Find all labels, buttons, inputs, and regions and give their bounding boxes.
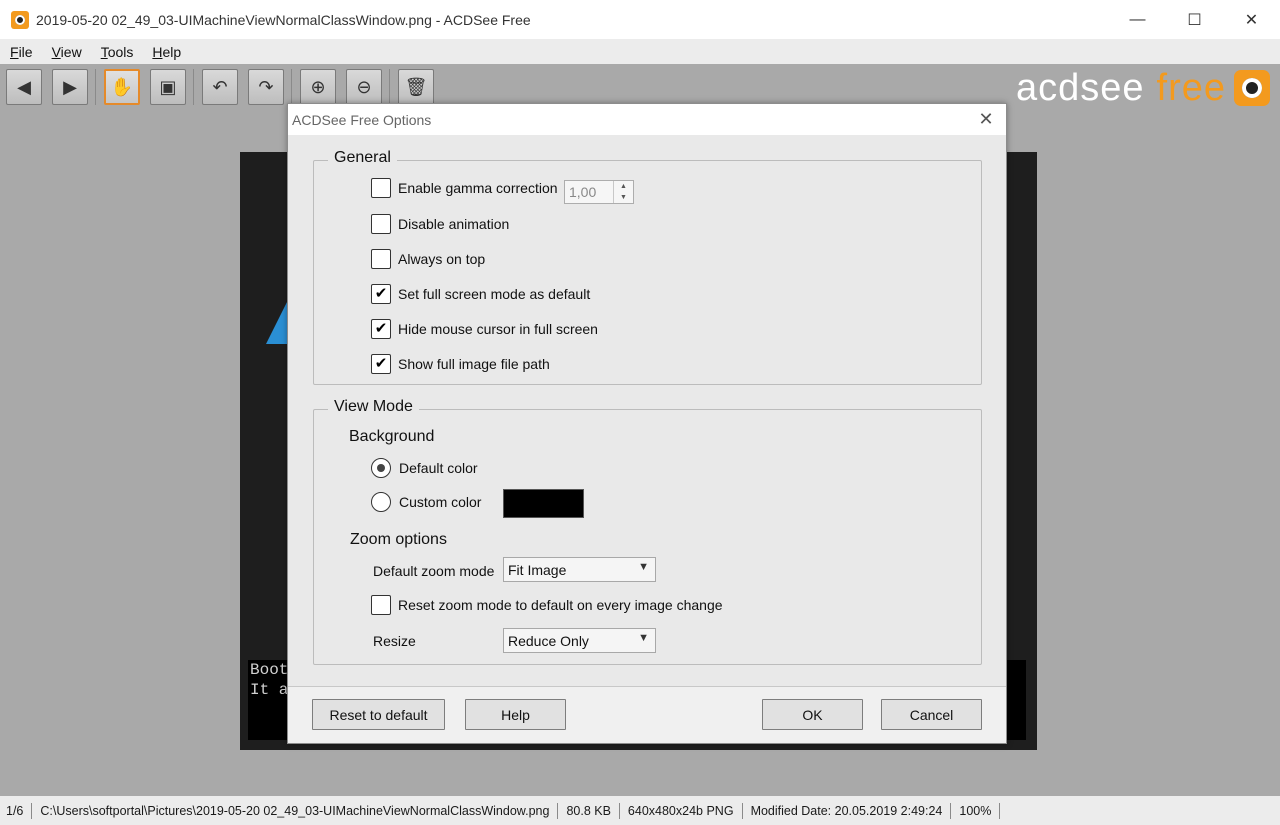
- reset-zoom-checkbox[interactable]: [371, 595, 391, 615]
- option-custom-color[interactable]: Custom color: [371, 492, 481, 512]
- zoom-out-button[interactable]: ⊖: [346, 69, 382, 105]
- toolbar-separator: [389, 69, 390, 105]
- toolbar-separator: [193, 69, 194, 105]
- delete-button[interactable]: 🗑: [398, 69, 434, 105]
- menu-bar: File View Tools Help: [0, 39, 1280, 64]
- general-group: General Enable gamma correction 1,00 ▲ ▼…: [313, 149, 982, 385]
- status-zoom: 100%: [951, 802, 1001, 819]
- dialog-close-button[interactable]: ✕: [976, 109, 996, 129]
- option-hide-cursor[interactable]: ✔ Hide mouse cursor in full screen: [371, 319, 598, 339]
- dialog-footer: Reset to default Help OK Cancel: [288, 687, 1006, 743]
- window-controls: — ☐ ✕: [1109, 0, 1280, 39]
- view-mode-group: View Mode Background Default color Custo…: [313, 398, 982, 665]
- toolbar-separator: [291, 69, 292, 105]
- option-full-screen-default[interactable]: ✔ Set full screen mode as default: [371, 284, 590, 304]
- cancel-button[interactable]: Cancel: [881, 699, 982, 730]
- background-heading: Background: [349, 428, 435, 445]
- option-disable-animation[interactable]: Disable animation: [371, 214, 509, 234]
- checkmark-icon: ✔: [374, 355, 388, 372]
- general-legend: General: [328, 149, 397, 167]
- window-title: 2019-05-20 02_49_03-UIMachineViewNormalC…: [36, 11, 531, 28]
- menu-view[interactable]: View: [52, 44, 82, 60]
- custom-color-radio[interactable]: [371, 492, 391, 512]
- status-file-size: 80.8 KB: [558, 802, 620, 819]
- option-reset-zoom[interactable]: Reset zoom mode to default on every imag…: [371, 595, 723, 615]
- menu-help[interactable]: Help: [152, 44, 181, 60]
- option-always-on-top[interactable]: Always on top: [371, 249, 485, 269]
- status-dimensions: 640x480x24b PNG: [620, 802, 743, 819]
- hide-cursor-checkbox[interactable]: ✔: [371, 319, 391, 339]
- chevron-down-icon: ▼: [638, 561, 649, 573]
- arrow-right-icon: ▶: [63, 76, 77, 97]
- option-default-color[interactable]: Default color: [371, 458, 478, 478]
- pan-tool-button[interactable]: ✋: [104, 69, 140, 105]
- spin-up-icon[interactable]: ▲: [614, 181, 633, 192]
- close-button[interactable]: ✕: [1223, 0, 1280, 39]
- status-bar: 1/6 C:\Users\softportal\Pictures\2019-05…: [0, 796, 1280, 825]
- previous-image-button[interactable]: ◀: [6, 69, 42, 105]
- default-zoom-label: Default zoom mode: [373, 563, 495, 579]
- full-screen-default-checkbox[interactable]: ✔: [371, 284, 391, 304]
- status-image-index: 1/6: [6, 802, 33, 819]
- rotate-right-icon: ↷: [258, 76, 274, 97]
- gamma-checkbox[interactable]: [371, 178, 391, 198]
- status-file-path: C:\Users\softportal\Pictures\2019-05-20 …: [32, 802, 559, 819]
- disable-animation-checkbox[interactable]: [371, 214, 391, 234]
- rotate-right-button[interactable]: ↷: [248, 69, 284, 105]
- rotate-left-icon: ↶: [212, 76, 228, 97]
- custom-color-swatch[interactable]: [503, 489, 584, 518]
- dialog-title: ACDSee Free Options: [292, 111, 432, 128]
- acdsee-app-icon: [11, 10, 29, 29]
- chevron-down-icon: ▼: [638, 632, 649, 644]
- image-logo-shape: [266, 300, 288, 344]
- reset-to-default-button[interactable]: Reset to default: [312, 699, 445, 730]
- options-dialog: ACDSee Free Options ✕ General Enable gam…: [287, 103, 1007, 744]
- toolbar-separator: [95, 69, 96, 105]
- spin-down-icon[interactable]: ▼: [614, 192, 633, 203]
- camera-logo-icon: [1234, 70, 1270, 106]
- show-full-path-checkbox[interactable]: ✔: [371, 354, 391, 374]
- dialog-body: General Enable gamma correction 1,00 ▲ ▼…: [288, 135, 1006, 687]
- default-zoom-select[interactable]: Fit Image ▼: [503, 557, 656, 582]
- acdsee-free-logo: acdsee free: [1016, 67, 1270, 109]
- checkmark-icon: ✔: [374, 320, 388, 337]
- zoom-in-icon: ⊕: [310, 76, 326, 97]
- ok-button[interactable]: OK: [762, 699, 863, 730]
- zoom-options-heading: Zoom options: [350, 531, 447, 548]
- arrow-left-icon: ◀: [17, 76, 31, 97]
- fit-screen-button[interactable]: ▣: [150, 69, 186, 105]
- rotate-left-button[interactable]: ↶: [202, 69, 238, 105]
- gamma-value-spinner[interactable]: 1,00 ▲ ▼: [564, 180, 634, 204]
- zoom-out-icon: ⊖: [356, 76, 372, 97]
- next-image-button[interactable]: ▶: [52, 69, 88, 105]
- gamma-value[interactable]: 1,00: [565, 184, 613, 200]
- menu-tools[interactable]: Tools: [101, 44, 134, 60]
- option-enable-gamma[interactable]: Enable gamma correction: [371, 178, 558, 198]
- help-button[interactable]: Help: [465, 699, 566, 730]
- fit-screen-icon: ▣: [159, 76, 177, 97]
- default-color-radio[interactable]: [371, 458, 391, 478]
- always-on-top-checkbox[interactable]: [371, 249, 391, 269]
- trash-icon: 🗑: [404, 76, 428, 97]
- zoom-in-button[interactable]: ⊕: [300, 69, 336, 105]
- checkmark-icon: ✔: [374, 285, 388, 302]
- title-bar: 2019-05-20 02_49_03-UIMachineViewNormalC…: [0, 0, 1280, 39]
- menu-file[interactable]: File: [10, 44, 33, 60]
- view-mode-legend: View Mode: [328, 398, 419, 416]
- status-modified-date: Modified Date: 20.05.2019 2:49:24: [743, 802, 952, 819]
- hand-icon: ✋: [110, 76, 134, 97]
- resize-select[interactable]: Reduce Only ▼: [503, 628, 656, 653]
- minimize-button[interactable]: —: [1109, 0, 1166, 39]
- option-show-full-path[interactable]: ✔ Show full image file path: [371, 354, 550, 374]
- resize-label: Resize: [373, 633, 416, 649]
- dialog-title-bar: ACDSee Free Options ✕: [288, 104, 1006, 135]
- maximize-button[interactable]: ☐: [1166, 0, 1223, 39]
